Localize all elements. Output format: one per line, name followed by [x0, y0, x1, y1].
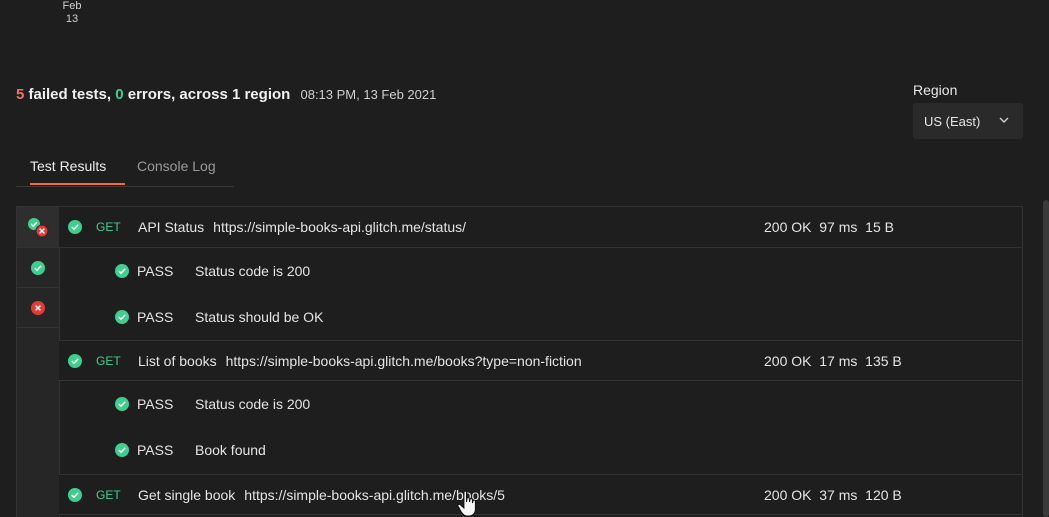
response-size: 15 B	[865, 219, 894, 235]
pass-icon	[68, 220, 82, 234]
request-name: API Status	[138, 219, 205, 235]
response-meta: 200 OK 37 ms 120 B	[764, 487, 902, 503]
test-result: PASS	[137, 396, 174, 412]
response-meta: 200 OK 17 ms 135 B	[764, 353, 902, 369]
date-tick-month: Feb	[62, 0, 82, 12]
response-status: 200 OK	[764, 352, 812, 369]
test-name: Status code is 200	[195, 396, 311, 412]
error-text: errors, across 1 region	[123, 86, 291, 103]
test-results-panel: GET API Status https://simple-books-api.…	[16, 206, 1023, 517]
test-result: PASS	[137, 442, 174, 458]
region-select[interactable]: US (East)	[913, 103, 1023, 139]
response-size: 135 B	[865, 352, 902, 369]
filter-all[interactable]	[17, 207, 59, 248]
response-time: 37 ms	[819, 486, 858, 503]
test-row: PASS Book found	[59, 427, 1022, 473]
filter-failed[interactable]	[17, 288, 59, 328]
tab-console-log[interactable]: Console Log	[137, 158, 216, 174]
active-tab-indicator	[30, 183, 125, 185]
filter-passed[interactable]	[17, 248, 59, 288]
response-time: 17 ms	[819, 352, 858, 369]
request-method: GET	[96, 353, 121, 368]
test-row: PASS Status should be OK	[59, 294, 1022, 340]
pass-icon	[115, 397, 129, 411]
response-size: 120 B	[865, 486, 902, 503]
scrollbar[interactable]	[1043, 200, 1049, 517]
request-name: Get single book	[138, 486, 236, 503]
pass-fail-icon	[28, 218, 49, 238]
request-method: GET	[96, 487, 121, 502]
request-row[interactable]: GET API Status https://simple-books-api.…	[59, 207, 1022, 248]
run-summary: 5 failed tests, 0 errors, across 1 regio…	[16, 86, 436, 103]
pass-icon	[68, 353, 82, 368]
error-count: 0	[115, 86, 124, 103]
region-value: US (East)	[924, 113, 981, 129]
failed-text: failed tests,	[24, 86, 116, 103]
pass-icon	[115, 264, 129, 278]
response-meta: 200 OK 97 ms 15 B	[764, 219, 894, 235]
test-result: PASS	[137, 263, 174, 279]
response-status: 200 OK	[764, 219, 812, 235]
response-status: 200 OK	[764, 486, 812, 503]
monitor-results-page: Feb 13 5 failed tests, 0 errors, across …	[0, 0, 1049, 517]
test-name: Book found	[195, 442, 266, 458]
request-url: https://simple-books-api.glitch.me/statu…	[213, 219, 467, 235]
response-time: 97 ms	[819, 219, 858, 235]
chevron-down-icon	[999, 117, 1009, 123]
request-row[interactable]: GET Get single book https://simple-books…	[59, 474, 1022, 515]
fail-icon	[31, 301, 45, 315]
run-timestamp: 08:13 PM, 13 Feb 2021	[300, 87, 437, 102]
date-tick-day: 13	[65, 13, 79, 25]
test-name: Status should be OK	[195, 309, 324, 325]
pass-icon	[115, 310, 129, 324]
test-name: Status code is 200	[195, 263, 311, 279]
tab-test-results[interactable]: Test Results	[30, 158, 106, 174]
request-method: GET	[96, 220, 121, 234]
pass-icon	[31, 261, 45, 275]
test-row: PASS Status code is 200	[59, 248, 1022, 294]
request-row[interactable]: GET List of books https://simple-books-a…	[59, 340, 1022, 381]
result-filter-gutter	[17, 207, 60, 517]
chart-date-tick: Feb 13	[58, 0, 86, 26]
test-result: PASS	[137, 309, 174, 325]
test-row: PASS Status code is 200	[59, 381, 1022, 427]
pass-icon	[115, 443, 129, 457]
results-tabs: Test Results Console Log	[16, 152, 234, 187]
pass-icon	[68, 487, 82, 502]
hand-cursor-icon	[457, 490, 476, 517]
request-url: https://simple-books-api.glitch.me/books…	[225, 352, 582, 369]
region-label: Region	[913, 82, 958, 98]
request-name: List of books	[138, 352, 217, 369]
